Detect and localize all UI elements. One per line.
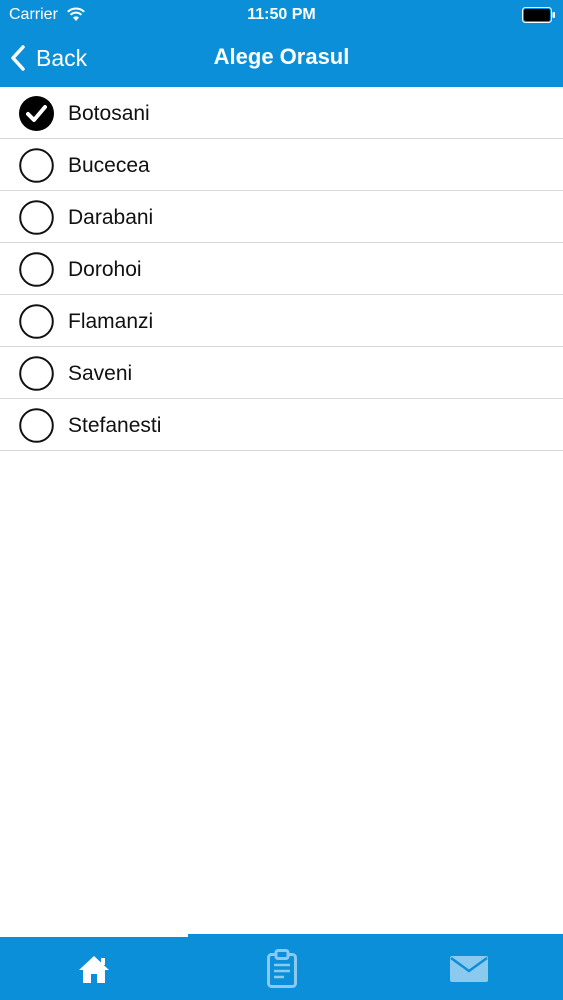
city-row[interactable]: Darabani — [0, 191, 563, 243]
tab-messages[interactable] — [375, 937, 562, 1000]
city-row[interactable]: Flamanzi — [0, 295, 563, 347]
city-name: Stefanesti — [68, 414, 162, 437]
radio-unchecked-icon[interactable] — [19, 304, 54, 339]
radio-unchecked-icon[interactable] — [19, 408, 54, 443]
top-bar: Carrier 11:50 PM Back Alege Orasul — [0, 0, 563, 87]
city-name: Bucecea — [68, 154, 150, 177]
status-bar: Carrier 11:50 PM — [0, 0, 563, 30]
navigation-bar: Back Alege Orasul — [0, 30, 563, 87]
radio-checked-icon[interactable] — [19, 96, 54, 131]
status-time: 11:50 PM — [247, 6, 316, 23]
radio-unchecked-icon[interactable] — [19, 356, 54, 391]
tab-home[interactable] — [0, 937, 187, 1000]
city-row[interactable]: Stefanesti — [0, 399, 563, 451]
radio-unchecked-icon[interactable] — [19, 148, 54, 183]
page-title: Alege Orasul — [213, 44, 350, 69]
radio-unchecked-icon[interactable] — [19, 252, 54, 287]
city-list: Botosani Bucecea Darabani Dorohoi Flamanzi Sa… — [0, 87, 563, 451]
city-name: Flamanzi — [68, 310, 154, 333]
envelope-icon — [449, 955, 488, 982]
battery-icon — [522, 7, 555, 23]
city-name: Dorohoi — [68, 258, 142, 281]
radio-unchecked-icon[interactable] — [19, 200, 54, 235]
screen: Carrier 11:50 PM Back Alege Orasul Botos… — [0, 0, 563, 1000]
city-row[interactable]: Saveni — [0, 347, 563, 399]
home-icon — [78, 955, 109, 983]
clipboard-icon — [266, 948, 297, 988]
city-name: Saveni — [68, 362, 133, 385]
city-name: Darabani — [68, 206, 154, 229]
city-name: Botosani — [68, 102, 150, 125]
city-row[interactable]: Botosani — [0, 87, 563, 139]
city-row[interactable]: Bucecea — [0, 139, 563, 191]
city-row[interactable]: Dorohoi — [0, 243, 563, 295]
tab-clipboard[interactable] — [188, 937, 375, 1000]
tab-bar — [0, 934, 563, 1000]
